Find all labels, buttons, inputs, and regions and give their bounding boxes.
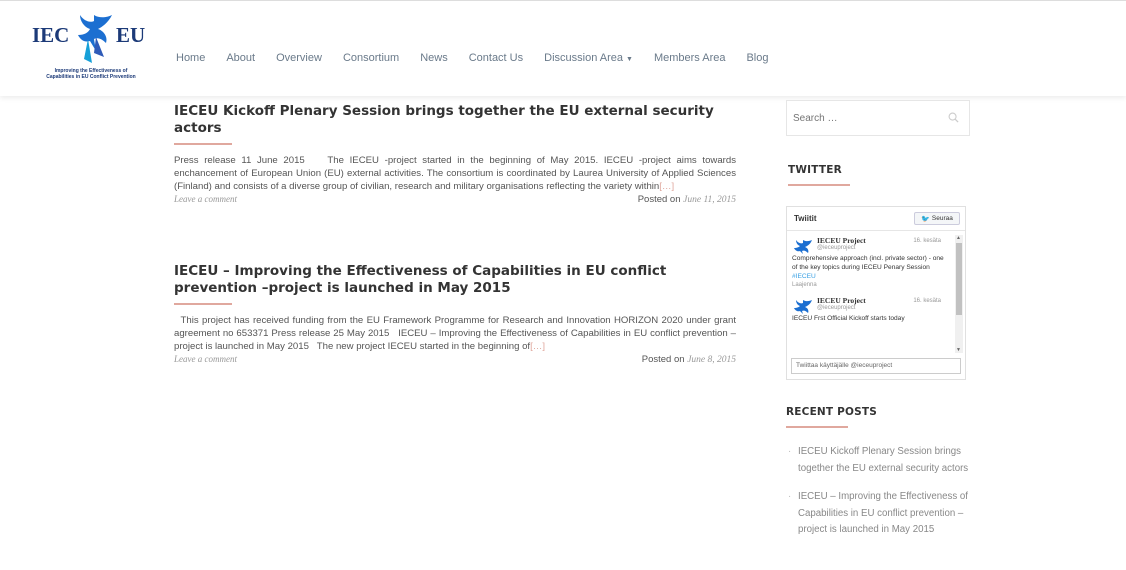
site-logo[interactable]: IEC EU Improving the Effectiveness of Ca…	[30, 13, 152, 81]
posted-on-label: Posted on	[641, 354, 688, 365]
logo-text-left: IEC	[32, 23, 70, 47]
title-underline	[174, 143, 232, 145]
sidebar: TWITTER Twiitit 🐦Seuraa IECEU Project @i…	[786, 100, 970, 535]
post-date-link[interactable]: June 11, 2015	[683, 195, 736, 205]
leave-comment-link[interactable]: Leave a comment	[174, 354, 237, 365]
recent-posts-widget: RECENT POSTS IECEU Kickoff Plenary Sessi…	[786, 406, 970, 551]
nav-discussion-area-label: Discussion Area	[544, 52, 623, 64]
title-underline	[788, 184, 850, 186]
search-widget	[786, 100, 970, 136]
tweet: IECEU Project @ieceuproject 16. kesäta I…	[787, 291, 965, 326]
post-date: Posted on June 8, 2015	[642, 354, 736, 365]
scroll-up-icon[interactable]: ▲	[956, 235, 961, 241]
tweet: IECEU Project @ieceuproject 16. kesäta C…	[787, 231, 965, 291]
post-date-link[interactable]: June 8, 2015	[687, 355, 736, 365]
avatar[interactable]	[793, 239, 813, 255]
nav-news[interactable]: News	[420, 52, 448, 64]
twitter-timeline: Twiitit 🐦 Seuraa IECEU Project @ieceuproj…	[786, 206, 966, 380]
tweet-author-handle[interactable]: @ieceuproject	[817, 245, 951, 251]
post-title[interactable]: IECEU – Improving the Effectiveness of C…	[174, 263, 736, 297]
tweet-time[interactable]: 16. kesäta	[913, 298, 941, 304]
main-nav: Home About Overview Consortium News Cont…	[176, 52, 790, 64]
logo-text-right: EU	[116, 23, 146, 47]
nav-home[interactable]: Home	[176, 52, 205, 64]
post-excerpt: Press release 11 June 2015 The IECEU -pr…	[174, 154, 736, 193]
tweet-author-handle[interactable]: @ieceuproject	[817, 305, 951, 311]
title-underline	[786, 426, 848, 428]
post-article: IECEU Kickoff Plenary Session brings tog…	[174, 103, 736, 205]
nav-blog[interactable]: Blog	[746, 52, 768, 64]
twitter-scrollbar[interactable]: ▲ ▼	[955, 235, 963, 353]
tweet-expand-link[interactable]: Laajenna	[792, 282, 951, 288]
follow-button[interactable]: 🐦 Seuraa	[914, 212, 960, 225]
search-input[interactable]	[787, 101, 937, 135]
search-icon[interactable]	[948, 112, 959, 123]
avatar[interactable]	[793, 299, 813, 315]
nav-overview[interactable]: Overview	[276, 52, 322, 64]
recent-posts-list: IECEU Kickoff Plenary Session brings tog…	[786, 444, 970, 539]
post-excerpt-text: Press release 11 June 2015 The IECEU -pr…	[174, 155, 736, 192]
tweet-text-body: Comprehensive approach (incl. private se…	[792, 255, 944, 271]
scrollbar-thumb[interactable]	[956, 243, 962, 315]
post-title[interactable]: IECEU Kickoff Plenary Session brings tog…	[174, 103, 736, 137]
title-underline	[174, 303, 232, 305]
nav-discussion-area[interactable]: Discussion Area ▼	[544, 52, 633, 64]
post-meta: Leave a comment Posted on June 11, 2015	[174, 194, 736, 205]
widget-title-recent-posts: RECENT POSTS	[786, 406, 878, 418]
site-header: IEC EU Improving the Effectiveness of Ca…	[0, 0, 1126, 96]
scroll-down-icon[interactable]: ▼	[956, 347, 961, 353]
recent-post-link[interactable]: IECEU Kickoff Plenary Session brings tog…	[786, 444, 970, 477]
recent-post-link[interactable]: IECEU – Improving the Effectiveness of C…	[786, 489, 970, 539]
post-excerpt: This project has received funding from t…	[174, 314, 736, 353]
post-date: Posted on June 11, 2015	[638, 194, 736, 205]
read-more-link[interactable]: […]	[659, 181, 674, 192]
leave-comment-link[interactable]: Leave a comment	[174, 194, 237, 205]
post-article: IECEU – Improving the Effectiveness of C…	[174, 263, 736, 365]
twitter-header: Twiitit 🐦 Seuraa	[787, 207, 965, 231]
nav-members-area[interactable]: Members Area	[654, 52, 726, 64]
nav-about[interactable]: About	[226, 52, 255, 64]
widget-title-twitter: TWITTER	[788, 164, 842, 176]
read-more-link[interactable]: […]	[530, 341, 545, 352]
posted-on-label: Posted on	[637, 194, 684, 205]
caret-down-icon: ▼	[626, 56, 633, 63]
dove-icon	[78, 15, 112, 63]
nav-consortium[interactable]: Consortium	[343, 52, 399, 64]
nav-contact-us[interactable]: Contact Us	[469, 52, 523, 64]
tweet-time[interactable]: 16. kesäta	[913, 238, 941, 244]
post-excerpt-text: This project has received funding from t…	[174, 315, 736, 352]
twitter-header-title: Twiitit	[794, 214, 817, 223]
logo-tagline-line2: Capabilities in EU Conflict Prevention	[46, 74, 136, 80]
follow-label: Seuraa	[931, 215, 953, 222]
logo-tagline: Improving the Effectiveness of Capabilit…	[30, 68, 152, 80]
tweet-hashtag[interactable]: #IECEU	[792, 273, 816, 280]
twitter-bird-icon: 🐦	[921, 215, 930, 223]
tweet-to-field[interactable]: Twiittaa käyttäjälle @ieceuproject	[791, 358, 961, 374]
tweet-text: Comprehensive approach (incl. private se…	[792, 254, 951, 281]
tweet-text: IECEU Frst Official Kickoff starts today	[792, 315, 905, 322]
post-meta: Leave a comment Posted on June 8, 2015	[174, 354, 736, 365]
twitter-widget-heading: TWITTER	[788, 164, 850, 186]
